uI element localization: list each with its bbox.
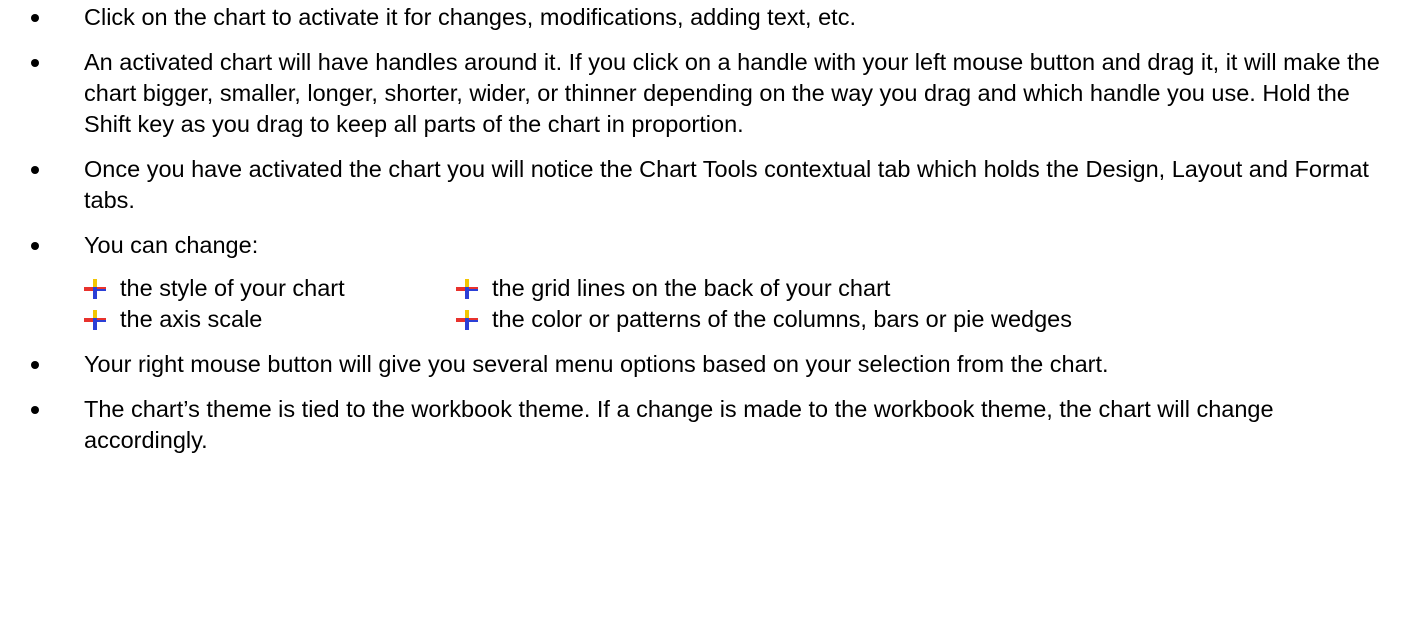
- bullet-text: The chart’s theme is tied to the workboo…: [84, 396, 1274, 453]
- bullet-icon: [31, 59, 39, 67]
- bullet-icon: [31, 166, 39, 174]
- bullet-text: An activated chart will have handles aro…: [84, 49, 1380, 137]
- bullet-text: Once you have activated the chart you wi…: [84, 156, 1369, 213]
- sub-list-item: the grid lines on the back of your chart: [456, 273, 1116, 304]
- bullet-icon: [31, 361, 39, 369]
- bullet-text: Click on the chart to activate it for ch…: [84, 4, 856, 30]
- sub-list-item: the color or patterns of the columns, ba…: [456, 304, 1116, 335]
- plus-sparkle-icon: [84, 279, 106, 299]
- sub-item-text: the grid lines on the back of your chart: [492, 275, 891, 301]
- list-item: You can change: the style of your chart: [0, 230, 1402, 335]
- change-options-grid: the style of your chart the grid lines o…: [84, 273, 1382, 335]
- bullet-text: You can change:: [84, 232, 259, 258]
- bullet-icon: [31, 242, 39, 250]
- plus-sparkle-icon: [84, 310, 106, 330]
- list-item: The chart’s theme is tied to the workboo…: [0, 394, 1402, 456]
- sub-list-item: the style of your chart: [84, 273, 456, 304]
- document-page: Click on the chart to activate it for ch…: [0, 0, 1402, 630]
- plus-sparkle-icon: [456, 279, 478, 299]
- list-item: Your right mouse button will give you se…: [0, 349, 1402, 380]
- list-item: Click on the chart to activate it for ch…: [0, 2, 1402, 33]
- sub-item-text: the style of your chart: [120, 275, 345, 301]
- bullet-icon: [31, 14, 39, 22]
- plus-sparkle-icon: [456, 310, 478, 330]
- sub-item-text: the axis scale: [120, 306, 263, 332]
- bullet-text: Your right mouse button will give you se…: [84, 351, 1109, 377]
- list-item: Once you have activated the chart you wi…: [0, 154, 1402, 216]
- sub-item-text: the color or patterns of the columns, ba…: [492, 306, 1072, 332]
- bullet-icon: [31, 406, 39, 414]
- sub-list-item: the axis scale: [84, 304, 456, 335]
- instruction-list: Click on the chart to activate it for ch…: [0, 2, 1402, 456]
- list-item: An activated chart will have handles aro…: [0, 47, 1402, 140]
